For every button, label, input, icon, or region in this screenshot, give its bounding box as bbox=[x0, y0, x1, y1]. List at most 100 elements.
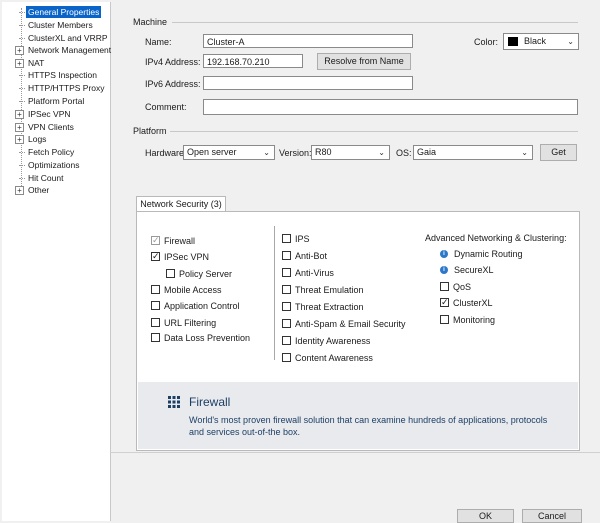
checkbox-label: Identity Awareness bbox=[295, 336, 371, 346]
machine-separator bbox=[172, 22, 578, 23]
get-button[interactable]: Get bbox=[540, 144, 577, 161]
checkbox-unchecked-icon[interactable] bbox=[282, 234, 291, 243]
chevron-down-icon: ⌄ bbox=[263, 148, 270, 157]
checkbox-unchecked-icon[interactable] bbox=[282, 302, 291, 311]
tree-item-label: HTTP/HTTPS Proxy bbox=[28, 83, 105, 93]
tree-branch-line bbox=[19, 165, 25, 166]
machine-section-title: Machine bbox=[133, 17, 168, 27]
checkbox-unchecked-icon[interactable] bbox=[282, 251, 291, 260]
checkbox-unchecked-icon[interactable] bbox=[166, 269, 175, 278]
checkbox-unchecked-icon[interactable] bbox=[151, 333, 160, 342]
checkbox-unchecked-icon[interactable] bbox=[282, 336, 291, 345]
chevron-down-icon: ⌄ bbox=[521, 148, 528, 157]
tree-item-label: Network Management bbox=[28, 45, 112, 55]
name-label: Name: bbox=[145, 37, 172, 47]
tree-branch-line bbox=[19, 12, 25, 13]
tree-branch-line bbox=[19, 75, 25, 76]
tree-item-label: Cluster Members bbox=[28, 20, 93, 30]
checkbox-label: Anti-Virus bbox=[295, 268, 334, 278]
tree-item-label: Fetch Policy bbox=[28, 147, 75, 157]
firewall-icon bbox=[168, 396, 180, 408]
checkbox-unchecked-icon[interactable] bbox=[151, 318, 160, 327]
checkbox-label: Threat Extraction bbox=[295, 302, 364, 312]
checkbox-unchecked-icon[interactable] bbox=[282, 268, 291, 277]
checkbox-checked-icon[interactable]: ✓ bbox=[151, 251, 160, 261]
comment-input[interactable] bbox=[203, 99, 578, 115]
checkmark-icon: ✓ bbox=[441, 297, 449, 307]
info-icon: i bbox=[440, 266, 448, 274]
expand-plus-icon[interactable]: + bbox=[15, 110, 24, 119]
tree-item-label: ClusterXL and VRRP bbox=[28, 33, 108, 43]
color-dropdown[interactable]: Black ⌄ bbox=[503, 33, 579, 50]
description-title: Firewall bbox=[189, 395, 231, 409]
advanced-networking-title: Advanced Networking & Clustering: bbox=[425, 233, 567, 243]
hardware-dropdown[interactable]: Open server ⌄ bbox=[183, 145, 275, 160]
checkbox-unchecked-icon[interactable] bbox=[440, 282, 449, 291]
tree-item-label: Optimizations bbox=[28, 160, 80, 170]
checkbox-label: Monitoring bbox=[453, 315, 496, 325]
tree-item-label: HTTPS Inspection bbox=[28, 70, 97, 80]
expand-plus-icon[interactable]: + bbox=[15, 59, 24, 68]
checkbox-unchecked-icon[interactable] bbox=[282, 285, 291, 294]
checkbox-label: Content Awareness bbox=[295, 353, 373, 363]
os-label: OS: bbox=[396, 148, 412, 158]
checkbox-label: Mobile Access bbox=[164, 285, 222, 295]
version-value: R80 bbox=[315, 147, 332, 157]
info-feature-label: SecureXL bbox=[454, 265, 494, 275]
version-label: Version: bbox=[279, 148, 312, 158]
checkbox-checked-icon[interactable]: ✓ bbox=[151, 235, 160, 245]
ipv6-label: IPv6 Address: bbox=[145, 79, 201, 89]
platform-separator bbox=[170, 131, 578, 132]
checkbox-unchecked-icon[interactable] bbox=[282, 353, 291, 362]
tree-branch-line bbox=[19, 88, 25, 89]
checkbox-label: Application Control bbox=[164, 301, 240, 311]
tree-branch-line bbox=[19, 178, 25, 179]
chevron-down-icon: ⌄ bbox=[567, 37, 574, 46]
tree-branch-line bbox=[19, 25, 25, 26]
navigation-tree: General Properties Cluster Members Cluster… bbox=[2, 2, 111, 521]
info-icon: i bbox=[440, 250, 448, 258]
checkbox-label: IPSec VPN bbox=[164, 252, 210, 262]
footer-separator bbox=[110, 452, 600, 453]
checkbox-checked-icon[interactable]: ✓ bbox=[440, 297, 449, 307]
tree-item-label: Logs bbox=[28, 134, 47, 144]
color-swatch bbox=[508, 37, 518, 46]
tree-item-label: VPN Clients bbox=[28, 122, 74, 132]
checkbox-unchecked-icon[interactable] bbox=[151, 301, 160, 310]
ipv4-input[interactable]: 192.168.70.210 bbox=[203, 54, 303, 68]
tree-branch-line bbox=[19, 101, 25, 102]
checkbox-label: Data Loss Prevention bbox=[164, 333, 251, 343]
checkbox-label: IPS bbox=[295, 234, 310, 244]
expand-plus-icon[interactable]: + bbox=[15, 46, 24, 55]
checkbox-label: ClusterXL bbox=[453, 298, 493, 308]
tree-item-label: IPSec VPN bbox=[28, 109, 71, 119]
name-input[interactable]: Cluster-A bbox=[203, 34, 413, 48]
tree-branch-line bbox=[19, 152, 25, 153]
chevron-down-icon: ⌄ bbox=[378, 148, 385, 157]
os-dropdown[interactable]: Gaia ⌄ bbox=[413, 145, 533, 160]
checkbox-label: Firewall bbox=[164, 236, 196, 246]
tree-branch-line bbox=[19, 38, 25, 39]
checkmark-icon: ✓ bbox=[152, 251, 160, 261]
version-dropdown[interactable]: R80 ⌄ bbox=[311, 145, 390, 160]
comment-label: Comment: bbox=[145, 102, 187, 112]
checkbox-unchecked-icon[interactable] bbox=[440, 315, 449, 324]
color-label: Color: bbox=[474, 37, 499, 47]
os-value: Gaia bbox=[417, 147, 437, 157]
resolve-from-name-button[interactable]: Resolve from Name bbox=[317, 53, 411, 70]
ipv6-input[interactable] bbox=[203, 76, 413, 90]
checkbox-unchecked-icon[interactable] bbox=[282, 319, 291, 328]
checkbox-label: Policy Server bbox=[179, 269, 233, 279]
expand-plus-icon[interactable]: + bbox=[15, 135, 24, 144]
expand-plus-icon[interactable]: + bbox=[15, 123, 24, 132]
tree-item-label: Platform Portal bbox=[28, 96, 85, 106]
tree-item-label: Other bbox=[28, 185, 50, 195]
checkbox-label: URL Filtering bbox=[164, 318, 217, 328]
checkbox-label: Anti-Bot bbox=[295, 251, 328, 261]
tree-item-label: Hit Count bbox=[28, 173, 64, 183]
checkbox-label: QoS bbox=[453, 282, 472, 292]
ipv4-label: IPv4 Address: bbox=[145, 57, 201, 67]
hardware-label: Hardware: bbox=[145, 148, 187, 158]
expand-plus-icon[interactable]: + bbox=[15, 186, 24, 195]
checkbox-unchecked-icon[interactable] bbox=[151, 285, 160, 294]
